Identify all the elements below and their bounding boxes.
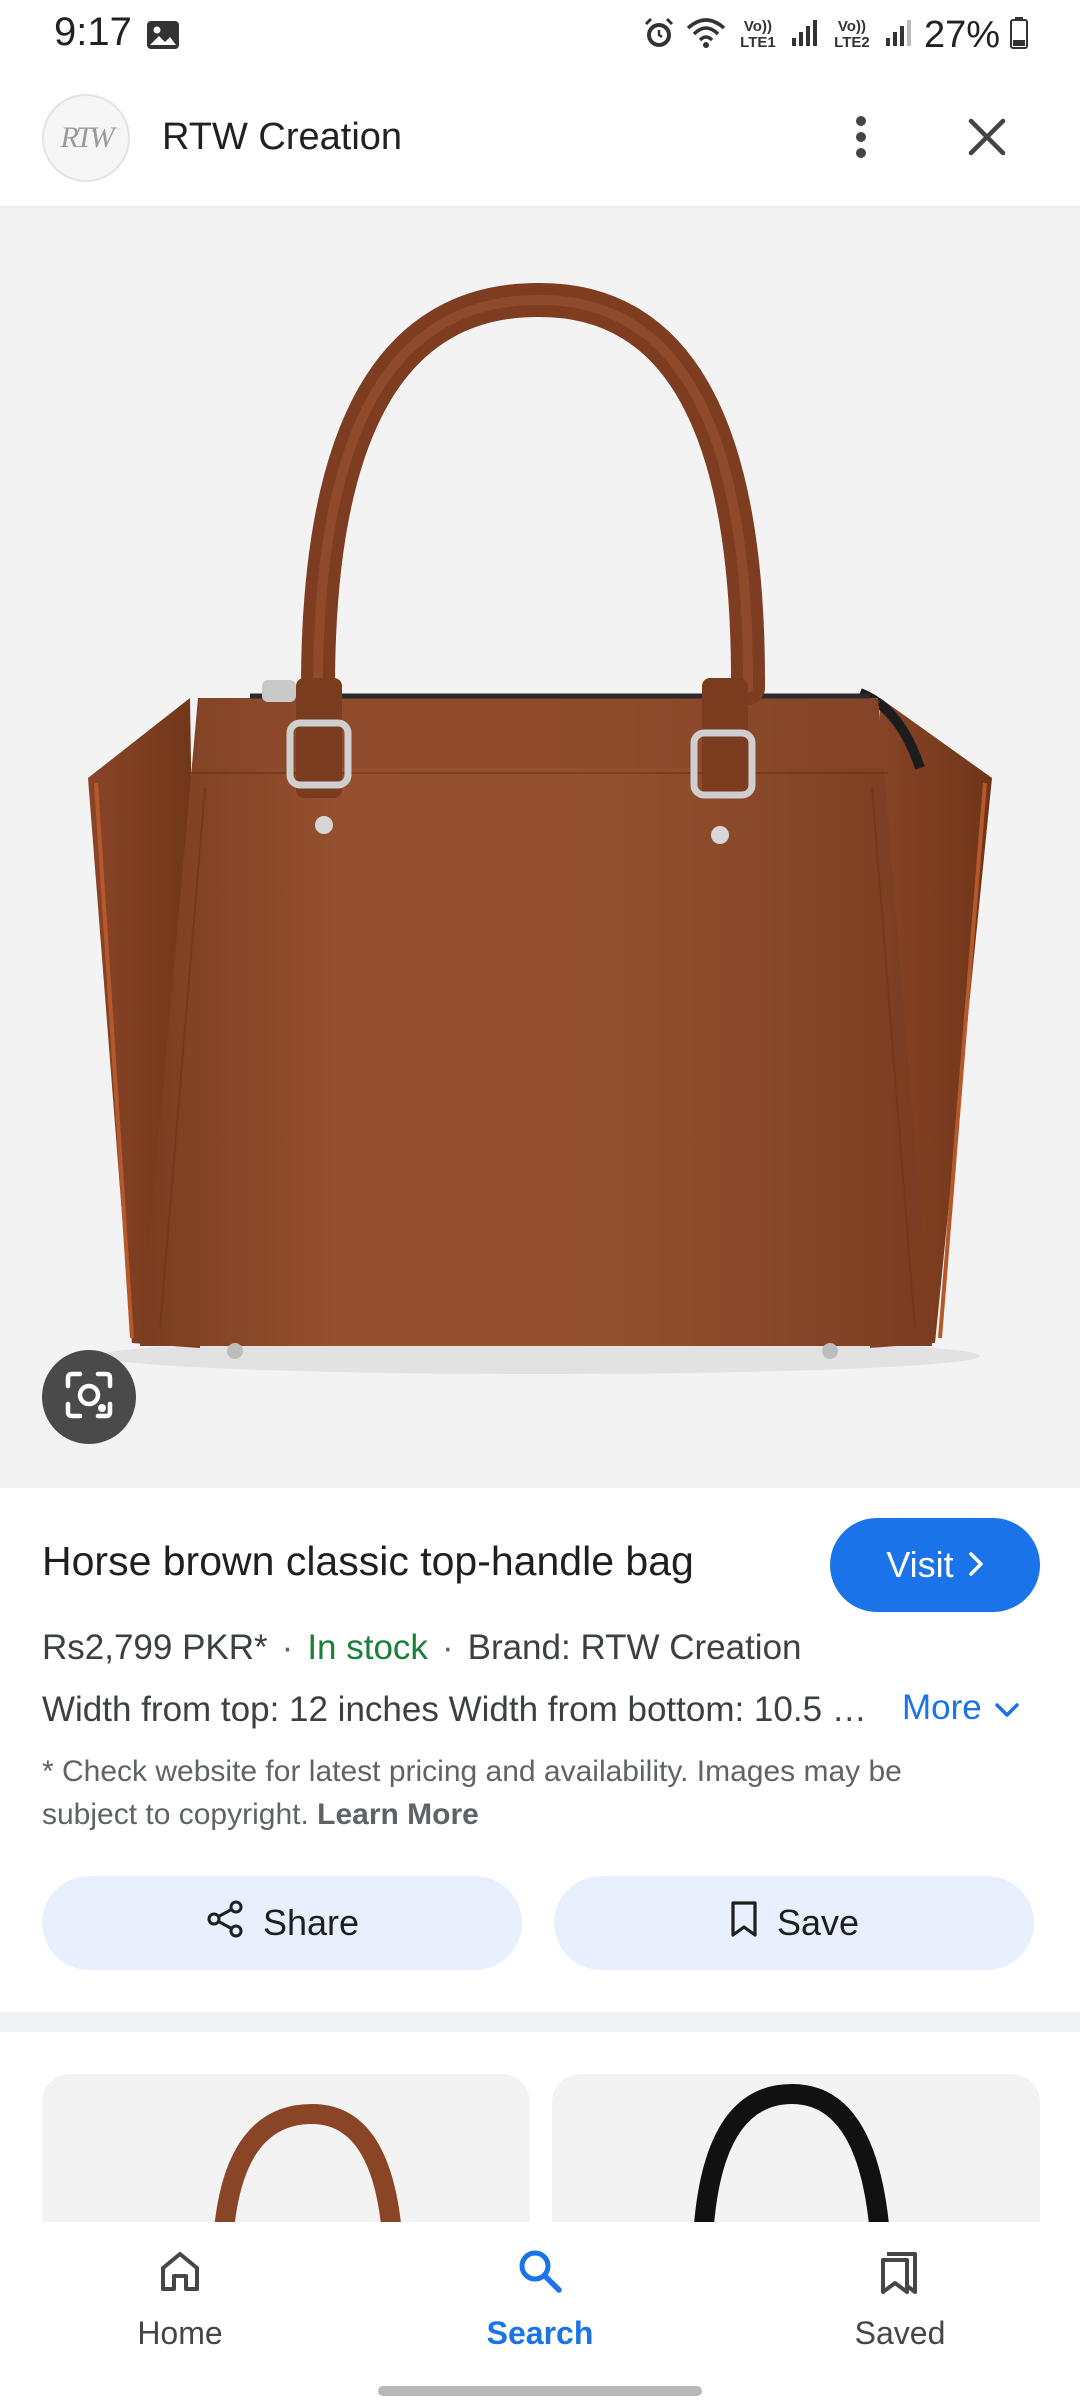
wifi-icon (686, 16, 726, 55)
visit-label: Visit (886, 1544, 954, 1585)
nav-home-label: Home (137, 2315, 223, 2351)
product-description: Width from top: 12 inches Width from bot… (42, 1690, 872, 1729)
signal-1-icon (790, 18, 820, 53)
product-brand: Brand: RTW Creation (467, 1628, 802, 1667)
close-icon (967, 117, 1007, 162)
handbag-illustration (88, 282, 992, 1374)
product-title: Horse brown classic top-handle bag (42, 1538, 694, 1584)
nav-home[interactable]: Home (60, 2246, 300, 2366)
screen: 9:17 Vo)) LTE1 Vo)) LTE2 27% RTW RTW Cre… (0, 0, 1080, 2408)
separator-dot: · (441, 1628, 454, 1667)
lte1-label: Vo)) LTE1 (740, 18, 776, 51)
search-icon (515, 2246, 565, 2301)
more-details-button[interactable]: More (902, 1688, 1020, 1728)
home-icon (155, 2246, 205, 2301)
alarm-icon (642, 16, 676, 55)
section-divider (0, 2012, 1080, 2032)
learn-more-link[interactable]: Learn More (317, 1798, 479, 1831)
saved-collections-icon (875, 2246, 925, 2301)
page-header: RTW RTW Creation (0, 70, 1080, 208)
more-vert-icon (854, 115, 868, 164)
signal-2-icon (884, 18, 914, 53)
google-lens-button[interactable] (42, 1350, 136, 1444)
battery-percent: 27% (923, 13, 1000, 56)
bookmark-icon (729, 1900, 759, 1947)
chevron-right-icon (968, 1544, 984, 1586)
pricing-disclaimer: * Check website for latest pricing and a… (42, 1750, 1002, 1836)
bottom-navigation: Home Search Saved (0, 2222, 1080, 2408)
lens-search-icon (62, 1368, 116, 1427)
nav-search-label: Search (486, 2315, 594, 2351)
product-price: Rs2,799 PKR* (42, 1628, 268, 1667)
save-button[interactable]: Save (554, 1876, 1034, 1970)
share-icon (205, 1899, 245, 1948)
status-time: 9:17 (54, 10, 132, 54)
visit-button[interactable]: Visit (830, 1518, 1040, 1612)
more-label: More (902, 1688, 982, 1727)
more-options-button[interactable] (826, 104, 896, 174)
lte2-label: Vo)) LTE2 (834, 18, 870, 51)
separator-dot: · (281, 1628, 294, 1667)
stock-status: In stock (307, 1628, 428, 1667)
status-icons: Vo)) LTE1 Vo)) LTE2 27% (642, 10, 1028, 60)
site-logo[interactable]: RTW (42, 94, 130, 182)
gesture-home-bar[interactable] (378, 2386, 702, 2396)
product-image[interactable] (0, 208, 1080, 1488)
product-meta: Rs2,799 PKR* · In stock · Brand: RTW Creatio… (42, 1628, 802, 1668)
chevron-down-icon (994, 1688, 1020, 1728)
nav-saved-label: Saved (854, 2315, 946, 2351)
image-notification-icon (146, 20, 180, 50)
save-label: Save (776, 1902, 860, 1943)
share-button[interactable]: Share (42, 1876, 522, 1970)
nav-search[interactable]: Search (420, 2246, 660, 2366)
battery-icon (1010, 16, 1028, 54)
share-label: Share (262, 1902, 360, 1943)
site-name[interactable]: RTW Creation (162, 116, 402, 159)
nav-saved[interactable]: Saved (780, 2246, 1020, 2366)
status-bar: 9:17 Vo)) LTE1 Vo)) LTE2 27% (0, 0, 1080, 70)
close-button[interactable] (952, 104, 1022, 174)
